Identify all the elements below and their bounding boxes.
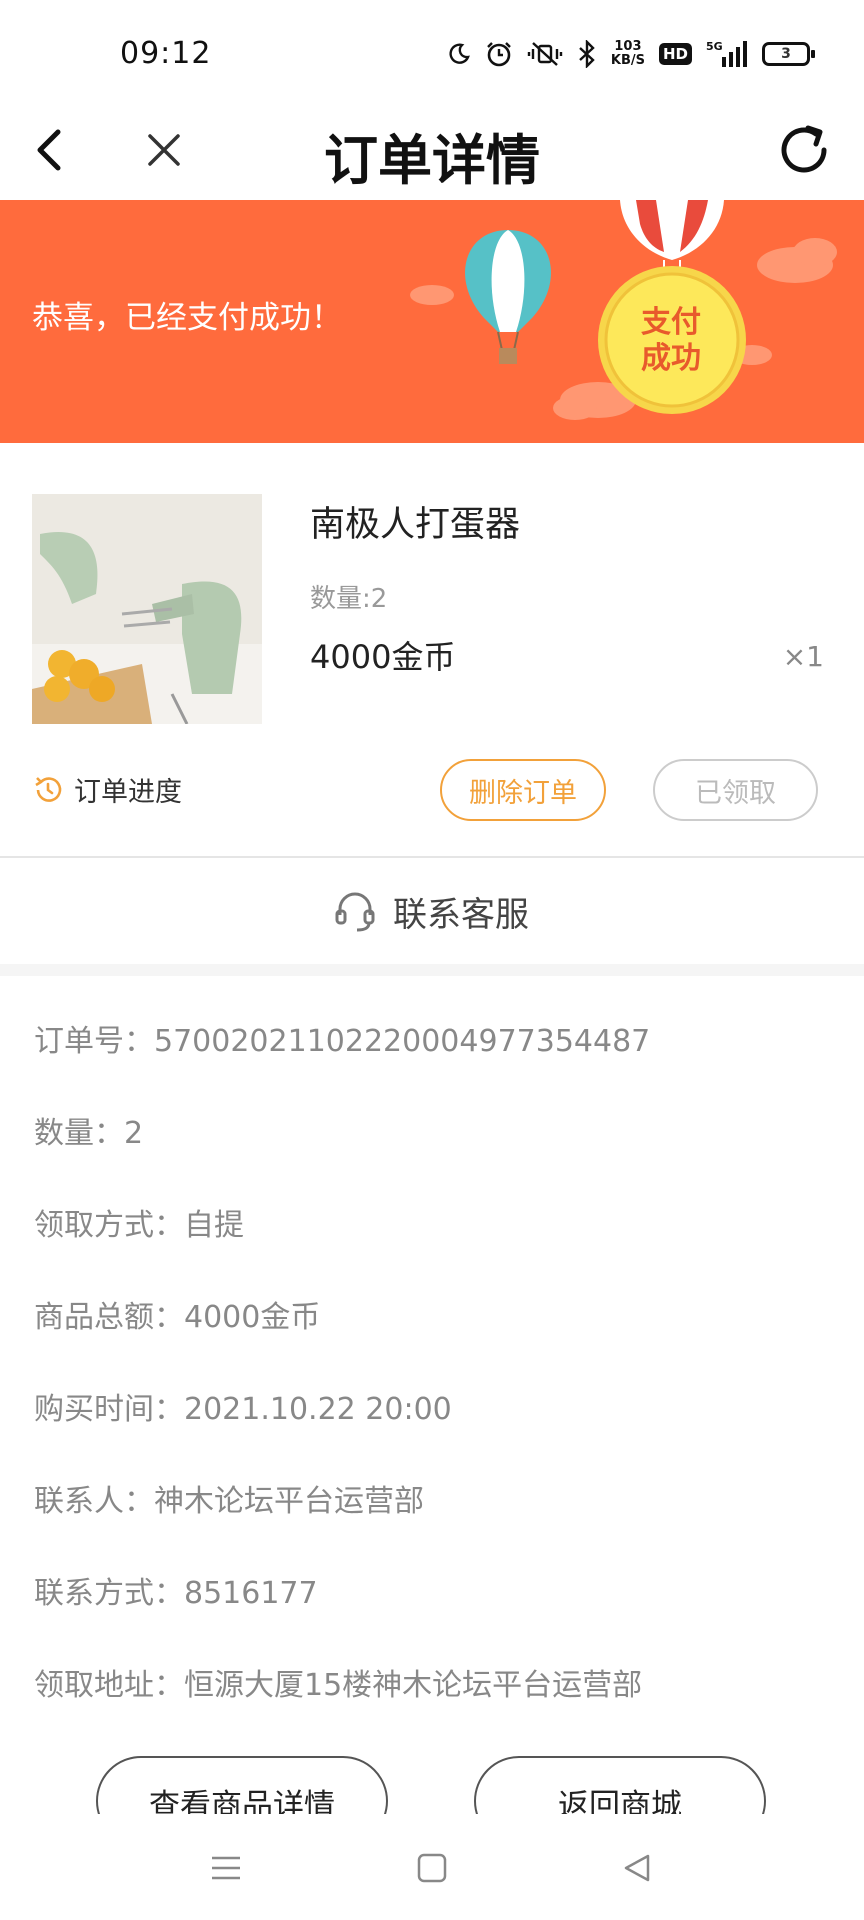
total-amount: 商品总额：4000金币 bbox=[34, 1300, 321, 1335]
order-progress-link[interactable]: 订单进度 bbox=[32, 770, 182, 809]
badge-line-1: 支付 bbox=[641, 305, 701, 340]
product-price: 4000金币 bbox=[310, 638, 456, 676]
speed-value: 103 bbox=[614, 39, 642, 54]
pickup-address: 领取地址：恒源大厦15楼神木论坛平台运营部 bbox=[34, 1668, 643, 1703]
received-button[interactable]: 已领取 bbox=[653, 759, 818, 821]
page-title: 订单详情 bbox=[324, 129, 540, 192]
status-icons: 103 KB/S HD 5G 3 bbox=[447, 36, 815, 72]
contact-service-label: 联系客服 bbox=[393, 894, 529, 935]
pickup-method: 领取方式：自提 bbox=[34, 1208, 244, 1243]
order-number: 订单号：57002021102220004977354487 bbox=[34, 1024, 651, 1059]
payment-badge: 支付 成功 bbox=[606, 305, 736, 377]
battery-icon: 3 bbox=[762, 42, 815, 66]
badge-line-2: 成功 bbox=[641, 341, 701, 376]
header: 订单详情 bbox=[0, 100, 864, 200]
bluetooth-icon bbox=[579, 40, 595, 68]
network-speed: 103 KB/S bbox=[611, 40, 645, 68]
contact-phone: 联系方式：8516177 bbox=[34, 1576, 318, 1611]
product-name[interactable]: 南极人打蛋器 bbox=[310, 496, 520, 547]
order-progress-label: 订单进度 bbox=[74, 777, 182, 808]
back-nav-icon[interactable] bbox=[618, 1848, 658, 1888]
hd-badge: HD bbox=[658, 43, 692, 65]
vibrate-icon bbox=[527, 42, 563, 66]
product-quantity: 数量:2 bbox=[310, 584, 388, 614]
contact-person: 联系人：神木论坛平台运营部 bbox=[34, 1484, 424, 1519]
status-bar: 09:12 103 KB/S HD 5G 3 bbox=[0, 0, 864, 100]
payment-success-message: 恭喜，已经支付成功！ bbox=[32, 300, 342, 336]
product-count: ×1 bbox=[782, 640, 824, 673]
signal-icon: 5G bbox=[706, 40, 747, 67]
refresh-icon[interactable] bbox=[772, 118, 836, 182]
moon-icon bbox=[449, 43, 470, 64]
section-gap bbox=[0, 964, 864, 976]
contact-service-button[interactable]: 联系客服 bbox=[0, 858, 864, 964]
detail-quantity: 数量：2 bbox=[34, 1116, 144, 1151]
hand-mixer-illustration bbox=[32, 494, 262, 724]
svg-text:5G: 5G bbox=[706, 40, 723, 53]
menu-icon[interactable] bbox=[206, 1848, 246, 1888]
status-time: 09:12 bbox=[120, 36, 212, 71]
home-icon[interactable] bbox=[412, 1848, 452, 1888]
alarm-icon bbox=[487, 42, 511, 67]
speed-unit: KB/S bbox=[610, 53, 645, 68]
history-icon bbox=[35, 776, 62, 802]
product-image[interactable] bbox=[32, 494, 262, 724]
purchase-time: 购买时间：2021.10.22 20:00 bbox=[34, 1392, 452, 1427]
blue-balloon bbox=[465, 230, 551, 364]
headset-icon bbox=[335, 892, 375, 932]
payment-success-banner: 恭喜，已经支付成功！ 支付 成功 bbox=[0, 200, 864, 443]
delete-order-button[interactable]: 删除订单 bbox=[440, 759, 606, 821]
